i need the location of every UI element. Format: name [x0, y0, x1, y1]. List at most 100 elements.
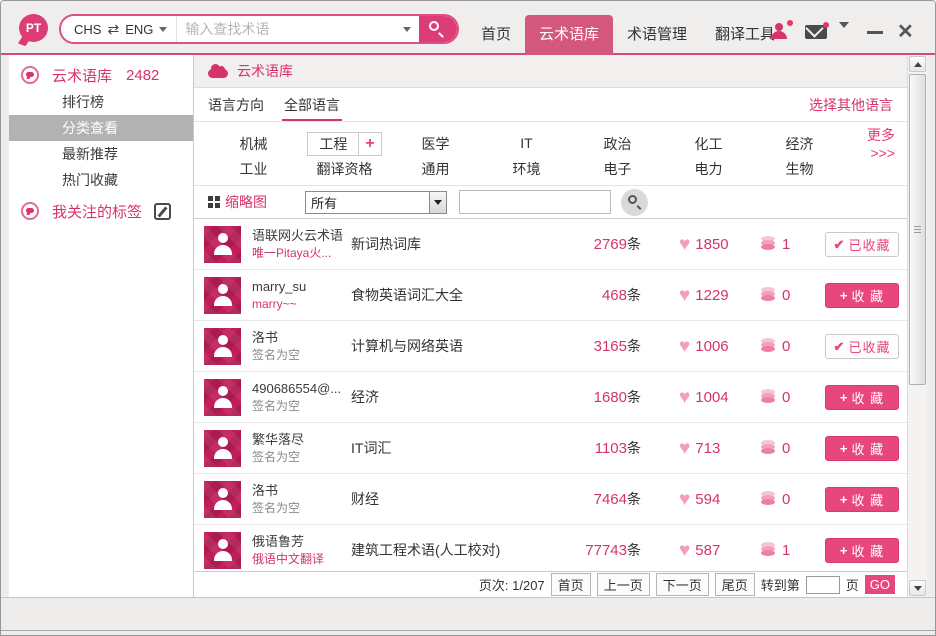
- window-frame-right: [927, 55, 935, 597]
- heart-icon: ♥: [679, 437, 691, 459]
- sidebar-item-latest[interactable]: 最新推荐: [9, 141, 193, 167]
- row-like-count: 713: [695, 439, 721, 457]
- collect-button[interactable]: ✔ 已收藏: [825, 333, 899, 359]
- first-page-button[interactable]: 首页: [550, 573, 591, 596]
- row-term-count-suffix: 条: [627, 287, 641, 303]
- sidebar-section-label: 云术语库: [52, 67, 113, 85]
- term-search-input[interactable]: [176, 16, 403, 42]
- sidebar-section-label: 我关注的标签: [52, 203, 143, 221]
- last-page-button[interactable]: 尾页: [714, 573, 755, 596]
- menu-collapse-icon[interactable]: [839, 22, 851, 46]
- vertical-scrollbar[interactable]: [907, 55, 927, 597]
- collect-button[interactable]: + 收 藏: [825, 486, 899, 512]
- stack-icon: [761, 389, 776, 405]
- collect-button-label: 收 藏: [851, 390, 885, 406]
- category-item[interactable]: 工业: [240, 161, 268, 177]
- category-item[interactable]: 经济: [786, 136, 814, 152]
- next-page-button[interactable]: 下一页: [655, 573, 709, 596]
- row-user-name: marry_su: [252, 279, 307, 294]
- all-languages-tab[interactable]: 全部语言: [282, 89, 342, 121]
- thumbnail-grid-icon[interactable]: [208, 196, 220, 208]
- row-library-title[interactable]: 计算机与网络英语: [351, 336, 541, 356]
- goto-page-input[interactable]: [805, 575, 840, 594]
- sidebar-section-cloud-termbase[interactable]: 云术语库 2482: [9, 61, 193, 89]
- collect-button[interactable]: + 收 藏: [825, 384, 899, 410]
- scroll-down-button[interactable]: [909, 580, 926, 596]
- search-history-chevron-icon[interactable]: [403, 26, 411, 32]
- category-item[interactable]: 电子: [604, 161, 632, 177]
- row-library-title[interactable]: 食物英语词汇大全: [351, 285, 541, 305]
- category-selected[interactable]: 工程 +: [307, 132, 382, 156]
- mail-icon[interactable]: [805, 22, 829, 39]
- row-term-count: 1103条: [541, 438, 641, 458]
- category-item[interactable]: 环境: [513, 161, 541, 177]
- go-button[interactable]: GO: [864, 575, 895, 594]
- chevron-down-icon[interactable]: [159, 26, 168, 32]
- edit-tags-icon[interactable]: [154, 202, 172, 220]
- row-library-title[interactable]: 财经: [351, 489, 541, 509]
- lang-from-label: CHS: [74, 21, 102, 37]
- sidebar-item-ranking[interactable]: 排行榜: [9, 89, 193, 115]
- row-library-title[interactable]: 建筑工程术语(人工校对): [351, 540, 541, 560]
- language-pair-selector[interactable]: CHS ⇄ ENG: [61, 21, 176, 38]
- row-like-count: 1850: [695, 235, 729, 253]
- collect-button[interactable]: + 收 藏: [825, 537, 899, 563]
- choose-other-language-link[interactable]: 选择其他语言: [809, 95, 893, 115]
- filter-search-input[interactable]: [459, 190, 611, 214]
- row-library-title[interactable]: 经济: [351, 387, 541, 407]
- sidebar-item-category-view[interactable]: 分类查看: [9, 115, 193, 141]
- nav-home[interactable]: 首页: [467, 15, 525, 55]
- category-item[interactable]: 电力: [695, 161, 723, 177]
- minimize-button[interactable]: [867, 31, 883, 34]
- collect-button-icon: +: [839, 491, 848, 507]
- thumbnail-view-toggle[interactable]: 缩略图: [225, 192, 267, 212]
- category-item[interactable]: 生物: [786, 161, 814, 177]
- prev-page-button[interactable]: 上一页: [596, 573, 650, 596]
- heart-icon: ♥: [679, 539, 691, 561]
- filter-select[interactable]: 所有: [305, 190, 447, 214]
- close-button[interactable]: ✕: [897, 21, 914, 43]
- category-item[interactable]: 政治: [604, 136, 632, 152]
- nav-cloud-termbase[interactable]: 云术语库: [525, 15, 614, 55]
- add-category-icon[interactable]: +: [358, 133, 380, 155]
- nav-term-management[interactable]: 术语管理: [613, 15, 701, 55]
- cloud-icon: [208, 63, 228, 78]
- collect-button[interactable]: + 收 藏: [825, 282, 899, 308]
- collect-button[interactable]: ✔ 已收藏: [825, 231, 899, 257]
- row-library-title[interactable]: 新词热词库: [351, 234, 541, 254]
- category-item[interactable]: 通用: [422, 161, 450, 177]
- more-categories-link[interactable]: 更多>>>: [867, 127, 895, 161]
- row-term-count: 7464条: [541, 489, 641, 509]
- category-item[interactable]: 机械: [240, 136, 268, 152]
- sidebar-item-popular[interactable]: 热门收藏: [9, 167, 193, 193]
- row-stack-count: 1: [782, 235, 791, 253]
- category-item[interactable]: 翻译资格: [317, 161, 373, 177]
- table-row: 490686554@... 签名为空 经济 1680条 ♥ 1004 0 + 收…: [194, 372, 907, 423]
- user-account-icon[interactable]: [771, 20, 793, 39]
- row-user-name: 洛书: [252, 483, 279, 498]
- filter-search-button[interactable]: [621, 188, 648, 216]
- collect-button-icon: ✔: [833, 236, 845, 252]
- stack-icon: [761, 287, 776, 303]
- swap-languages-icon[interactable]: ⇄: [107, 21, 119, 38]
- table-row: marry_su marry~~ 食物英语词汇大全 468条 ♥ 1229 0 …: [194, 270, 907, 321]
- collect-button[interactable]: + 收 藏: [825, 435, 899, 461]
- search-button[interactable]: [419, 16, 457, 42]
- row-stack-count: 0: [782, 388, 791, 406]
- scroll-up-button[interactable]: [909, 56, 926, 72]
- window-frame-bottom: [1, 597, 935, 635]
- row-library-title[interactable]: IT词汇: [351, 438, 541, 458]
- row-term-count-suffix: 条: [627, 338, 641, 354]
- category-item[interactable]: 医学: [422, 136, 450, 152]
- category-item[interactable]: 化工: [695, 136, 723, 152]
- term-search-bar: CHS ⇄ ENG: [59, 14, 459, 44]
- sidebar-section-followed-tags[interactable]: 我关注的标签: [9, 197, 193, 225]
- row-user-block: 洛书 签名为空: [252, 329, 351, 363]
- language-direction-row: 语言方向 全部语言 选择其他语言: [194, 88, 907, 122]
- select-dropdown-button[interactable]: [429, 191, 446, 213]
- category-item[interactable]: IT: [520, 135, 532, 151]
- row-term-count-suffix: 条: [627, 440, 641, 456]
- row-like-count: 1004: [695, 388, 729, 406]
- collect-button-icon: +: [839, 287, 848, 303]
- scrollbar-thumb[interactable]: [909, 74, 926, 385]
